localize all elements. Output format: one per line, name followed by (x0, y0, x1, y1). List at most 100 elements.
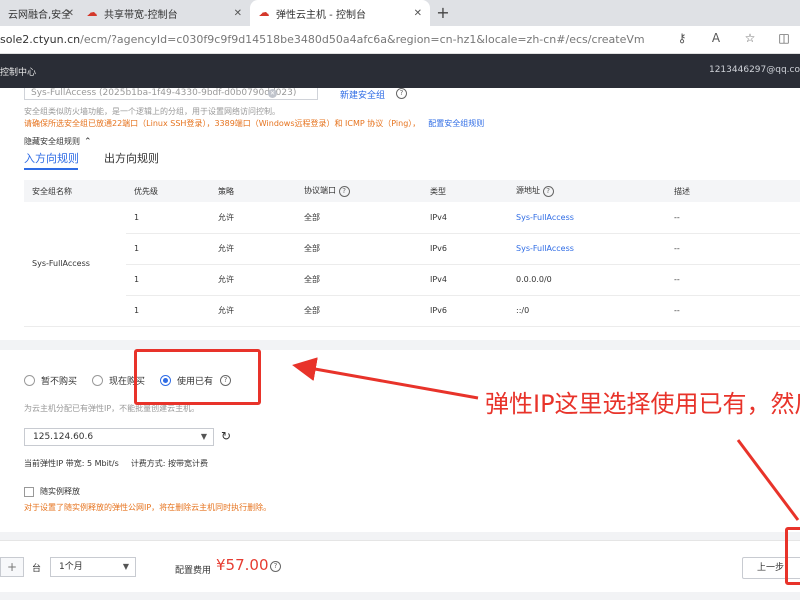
radio-circle[interactable] (92, 375, 103, 386)
cell-source[interactable]: Sys-FullAccess (508, 233, 666, 265)
read-aloud-icon[interactable]: A (708, 31, 724, 45)
elastic-ip-section: 暂不购买 现在购买 使用已有 ? 为云主机分配已有弹性IP，不能批量创建云主机。… (0, 350, 800, 532)
eip-bandwidth-info: 当前弹性IP 带宽: 5 Mbit/s 计费方式: 按带宽计费 (24, 458, 208, 469)
security-rules-table: 安全组名称 优先级 策略 协议端口 ? 类型 源地址 ? 描述 Sys-Full… (24, 180, 800, 327)
refresh-icon[interactable]: ↻ (221, 429, 231, 443)
url-text[interactable]: sole2.ctyun.cn/ecm/?agencyId=c030f9c9f9d… (0, 33, 645, 46)
cell-port: 全部 (296, 264, 422, 296)
close-icon[interactable]: ✕ (234, 8, 242, 19)
chevron-down-icon: ▼ (200, 432, 207, 441)
cell-desc: -- (666, 264, 800, 296)
address-bar[interactable]: sole2.ctyun.cn/ecm/?agencyId=c030f9c9f9d… (0, 26, 800, 54)
col-header-port: 协议端口 ? (296, 180, 422, 202)
table-header-row: 安全组名称 优先级 策略 协议端口 ? 类型 源地址 ? 描述 (24, 180, 800, 202)
console-title[interactable]: 控制中心 (0, 65, 36, 78)
active-tab-indicator (24, 168, 78, 170)
cell-policy: 允许 (210, 264, 296, 296)
security-group-section: Sys-FullAccess (2025b1ba-1f49-4330-9bdf-… (0, 88, 800, 340)
config-rules-link[interactable]: 配置安全组规则 (428, 119, 484, 128)
eip-select[interactable]: 125.124.60.6 ▼ (24, 428, 214, 446)
col-header-priority: 优先级 (126, 180, 210, 202)
cell-port: 全部 (296, 233, 422, 265)
cell-desc: -- (666, 233, 800, 265)
radio-circle[interactable] (24, 375, 35, 386)
create-security-group-link[interactable]: 新建安全组 (340, 88, 385, 101)
eip-select-value: 125.124.60.6 (33, 432, 94, 442)
key-icon[interactable]: ⚷ (674, 31, 690, 45)
billing-text: 计费方式: 按带宽计费 (130, 459, 209, 468)
cell-type: IPv6 (422, 233, 508, 265)
table-row: Sys-FullAccess 1 允许 全部 IPv4 Sys-FullAcce… (24, 202, 800, 327)
console-header: 控制中心 1213446297@qq.co (0, 54, 800, 88)
help-icon[interactable]: ? (338, 186, 350, 197)
browser-tab-2[interactable]: ☁ 共享带宽-控制台 ✕ (78, 0, 250, 26)
tab-label: 共享带宽-控制台 (104, 9, 178, 21)
tab-label: 云网融合,安全 (8, 9, 70, 21)
cell-priority: 1 (126, 295, 210, 327)
bandwidth-text: 当前弹性IP 带宽: 5 Mbit/s (24, 459, 119, 468)
fee-label: 配置费用 (175, 566, 212, 576)
cell-type: IPv4 (422, 264, 508, 296)
split-screen-icon[interactable]: ◫ (776, 31, 792, 45)
help-icon[interactable]: ? (270, 561, 281, 572)
close-icon[interactable]: ✕ (414, 8, 422, 19)
tab-outbound-rules[interactable]: 出方向规则 (104, 150, 159, 166)
radio-no-purchase[interactable]: 暂不购买 (24, 374, 77, 387)
address-bar-icons: ⚷ A ☆ ◫ (674, 31, 792, 45)
duration-value: 1个月 (59, 562, 83, 572)
url-path: /ecm/?agencyId=c030f9c9f9d14518be3480d50… (80, 33, 645, 46)
quantity-plus-button[interactable]: + (0, 557, 24, 577)
annotation-text: 弹性IP这里选择使用已有，然后 (485, 390, 800, 418)
hide-rules-toggle[interactable]: 隐藏安全组规则 ⌃ (24, 136, 92, 147)
cell-group-name: Sys-FullAccess (24, 202, 126, 327)
col-header-name: 安全组名称 (24, 180, 126, 202)
cell-type: IPv6 (422, 295, 508, 327)
table-row: 1 允许 全部 IPv6 ::/0 -- (24, 295, 800, 327)
annotation-highlight-box (785, 527, 800, 585)
cell-port: 全部 (296, 295, 422, 327)
warning-text: 请确保所选安全组已放通22端口（Linux SSH登录），3389端口（Wind… (24, 119, 421, 128)
table-row: 1 允许 全部 IPv6 Sys-FullAccess -- (24, 233, 800, 265)
cell-source: ::/0 (508, 295, 666, 327)
order-footer-bar: + 台 1个月 ▼ 配置费用 ¥57.00 ? 上一步 (0, 540, 800, 592)
duration-select[interactable]: 1个月 ▼ (50, 557, 136, 577)
release-with-instance[interactable]: 随实例释放 (24, 486, 80, 497)
fee-value: ¥57.00 (216, 556, 269, 574)
new-tab-button[interactable]: + (434, 4, 452, 22)
quantity-unit: 台 (32, 564, 42, 574)
col-header-desc: 描述 (666, 180, 800, 202)
security-group-warning: 请确保所选安全组已放通22端口（Linux SSH登录），3389端口（Wind… (24, 118, 484, 129)
cell-desc: -- (666, 202, 800, 234)
cloud-icon: ☁ (86, 6, 98, 19)
release-note: 对于设置了随实例释放的弹性公网IP，将在删除云主机同时执行删除。 (24, 503, 272, 512)
chevron-down-icon: ▼ (122, 562, 129, 571)
cell-source: 0.0.0.0/0 (508, 264, 666, 296)
cell-port: 全部 (296, 202, 422, 234)
release-label: 随实例释放 (40, 487, 80, 496)
cell-policy: 允许 (210, 233, 296, 265)
cell-policy: 允许 (210, 295, 296, 327)
col-header-port-label: 协议端口 (304, 186, 336, 195)
favorite-star-icon[interactable]: ☆ (742, 31, 758, 45)
toggle-label: 隐藏安全组规则 (24, 137, 80, 146)
cloud-icon: ☁ (258, 6, 270, 19)
tab-label: 弹性云主机 - 控制台 (276, 9, 366, 21)
cell-source[interactable]: Sys-FullAccess (508, 202, 666, 234)
cell-priority: 1 (126, 264, 210, 296)
clear-icon[interactable]: ✕ (268, 89, 277, 98)
help-icon[interactable]: ? (542, 186, 554, 197)
col-header-source-label: 源地址 (516, 186, 540, 195)
close-icon[interactable]: ✕ (66, 8, 74, 19)
release-checkbox[interactable] (24, 486, 34, 497)
col-header-type: 类型 (422, 180, 508, 202)
account-name[interactable]: 1213446297@qq.co (709, 65, 800, 75)
browser-tab-1[interactable]: 云网融合,安全 ✕ (0, 0, 78, 26)
col-header-source: 源地址 ? (508, 180, 666, 202)
chevron-up-icon: ⌃ (84, 137, 92, 147)
browser-tab-3-active[interactable]: ☁ 弹性云主机 - 控制台 ✕ (250, 0, 430, 26)
table-row: 1 允许 全部 IPv4 0.0.0.0/0 -- (24, 264, 800, 296)
url-host: sole2.ctyun.cn (0, 33, 81, 46)
security-group-description: 安全组类似防火墙功能，是一个逻辑上的分组，用于设置网络访问控制。 (24, 107, 280, 116)
help-icon[interactable]: ? (396, 88, 407, 99)
tab-inbound-rules[interactable]: 入方向规则 (24, 150, 79, 166)
